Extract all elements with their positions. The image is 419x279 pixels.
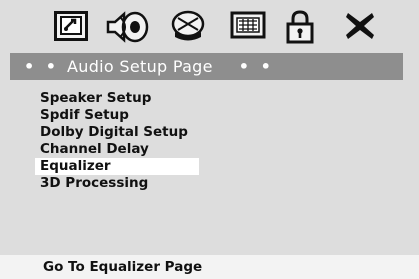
status-text: Go To Equalizer Page (43, 259, 203, 275)
icon-toolbar (0, 0, 419, 50)
page-title: Audio Setup Page (67, 57, 213, 76)
page-title-bar: • • Audio Setup Page • • (10, 53, 403, 80)
exit-icon[interactable] (343, 10, 377, 42)
password-lock-icon[interactable] (285, 10, 315, 44)
audio-setup-icon[interactable] (105, 10, 151, 43)
title-prefix-dots: • • (24, 57, 60, 76)
menu-item-3d-processing[interactable]: 3D Processing (40, 175, 148, 192)
general-setup-icon[interactable] (54, 10, 88, 42)
menu-item-channel-delay[interactable]: Channel Delay (40, 141, 149, 158)
menu-item-equalizer[interactable]: Equalizer (35, 158, 199, 175)
title-suffix-dots: • • (238, 57, 274, 76)
status-bar: Go To Equalizer Page (0, 255, 419, 279)
preference-icon[interactable] (230, 10, 266, 42)
setup-screen: • • Audio Setup Page • • Speaker Setup S… (0, 0, 419, 279)
video-setup-icon[interactable] (170, 10, 206, 42)
menu-item-spdif-setup[interactable]: Spdif Setup (40, 107, 129, 124)
menu-item-speaker-setup[interactable]: Speaker Setup (40, 90, 151, 107)
menu-item-dolby-digital-setup[interactable]: Dolby Digital Setup (40, 124, 188, 141)
